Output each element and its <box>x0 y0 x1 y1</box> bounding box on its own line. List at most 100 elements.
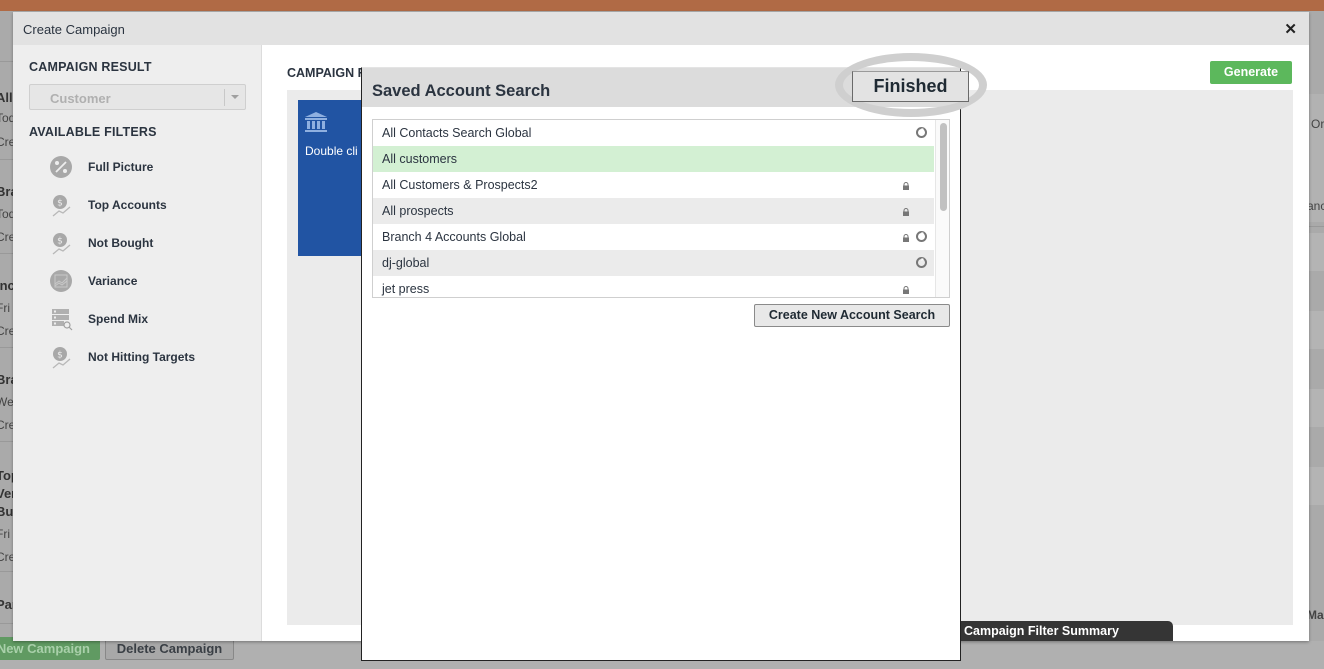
bg-left-text: All p <box>0 90 14 105</box>
bg-right-text: Map <box>1309 608 1324 622</box>
campaign-result-label: CAMPAIGN RESULT <box>29 60 152 74</box>
filters-panel: CAMPAIGN RESULT Customer AVAILABLE FILTE… <box>13 45 262 641</box>
bg-left-text: Top <box>0 468 14 483</box>
bg-left-text: Creat <box>0 550 14 564</box>
saved-search-list: All Contacts Search Global All customers A… <box>372 119 950 298</box>
bg-left-text: Bran <box>0 372 14 387</box>
app-top-bar <box>0 0 1324 11</box>
list-search-icon <box>52 309 73 331</box>
filter-variance[interactable]: Variance <box>49 269 249 295</box>
dialog-title: Saved Account Search <box>372 82 551 100</box>
dollar-trend-icon: $ <box>52 195 71 217</box>
dollar-trend-icon: $ <box>52 233 71 255</box>
bg-left-text: Very <box>0 486 14 501</box>
bg-left-text: Part <box>0 597 14 612</box>
filter-label: Top Accounts <box>88 198 167 212</box>
modal-header: Create Campaign ✕ <box>13 12 1309 45</box>
background-campaign-list: All p Today Creat Bran Today Creat Inc Fri J Cre… <box>0 11 14 641</box>
filter-not-bought[interactable]: $ Not Bought <box>49 231 249 257</box>
bg-left-text: Today <box>0 111 14 125</box>
global-icon <box>916 257 927 268</box>
filter-not-hitting-targets[interactable]: $ Not Hitting Targets <box>49 345 249 371</box>
bg-left-text: Fri J <box>0 301 14 315</box>
close-icon[interactable]: ✕ <box>1284 20 1297 38</box>
bg-left-text: Today <box>0 207 14 221</box>
area-chart-circle-icon <box>50 270 72 292</box>
search-name: All Contacts Search Global <box>382 126 532 140</box>
lock-icon <box>903 234 909 242</box>
svg-text:$: $ <box>57 351 63 361</box>
dialog-header: Saved Account Search Finished <box>362 53 987 117</box>
bg-left-text: Bran <box>0 184 14 199</box>
svg-text:$: $ <box>57 237 63 247</box>
bg-divider <box>0 61 14 62</box>
bg-divider <box>0 441 14 442</box>
bg-divider <box>0 571 14 572</box>
bank-icon <box>305 112 327 132</box>
bg-stripe <box>1309 233 1324 271</box>
svg-text:$: $ <box>57 199 63 209</box>
bg-left-text: Fri C <box>0 527 14 541</box>
bg-left-text: Creat <box>0 230 14 244</box>
campaign-filter-summary-tab[interactable]: Campaign Filter Summary <box>947 621 1173 641</box>
list-item[interactable]: All Customers & Prospects2 <box>373 172 934 198</box>
filter-label: Spend Mix <box>88 312 149 326</box>
bg-right-text: anc <box>1309 199 1324 213</box>
background-right-panel: Or anc Map <box>1309 11 1324 641</box>
percent-circle-icon <box>50 156 72 178</box>
lock-icon <box>903 208 909 216</box>
filter-spend-mix[interactable]: Spend Mix <box>49 307 249 333</box>
bg-divider <box>1309 226 1324 227</box>
search-name: Branch 4 Accounts Global <box>382 230 526 244</box>
available-filters-label: AVAILABLE FILTERS <box>29 125 157 139</box>
list-item[interactable]: dj-global <box>373 250 934 276</box>
campaign-result-value: Customer <box>50 91 111 106</box>
filter-label: Not Hitting Targets <box>88 350 196 364</box>
saved-account-search-dialog: Saved Account Search Finished All Contac… <box>361 53 987 661</box>
search-name: All prospects <box>382 204 454 218</box>
dollar-trend-icon: $ <box>52 347 71 369</box>
filter-label: Full Picture <box>88 160 154 174</box>
search-name: jet press <box>382 282 430 296</box>
list-scrollbar[interactable] <box>935 120 949 297</box>
scrollbar-thumb[interactable] <box>940 123 947 211</box>
bg-stripe <box>1309 467 1324 505</box>
bg-left-text: Creat <box>0 324 14 338</box>
global-icon <box>916 127 927 138</box>
bg-stripe <box>1309 389 1324 427</box>
bg-divider <box>0 253 14 254</box>
chevron-down-icon <box>231 95 239 99</box>
bg-divider <box>0 159 14 160</box>
select-separator <box>224 89 225 106</box>
filter-full-picture[interactable]: Full Picture <box>49 155 249 181</box>
filter-label: Variance <box>88 274 138 288</box>
bg-right-text: Or <box>1311 117 1324 131</box>
campaign-result-select[interactable]: Customer <box>29 84 246 110</box>
search-name: dj-global <box>382 256 430 270</box>
bg-divider <box>0 347 14 348</box>
list-item[interactable]: jet press <box>373 276 934 297</box>
finished-button[interactable]: Finished <box>852 71 969 102</box>
bg-left-text: Buyo <box>0 504 14 519</box>
lock-icon <box>903 286 909 294</box>
bg-left-text: Creat <box>0 135 14 149</box>
card-text: Double cli <box>305 144 358 158</box>
modal-title: Create Campaign <box>23 22 125 37</box>
bg-stripe <box>1309 311 1324 349</box>
filter-label: Not Bought <box>88 236 154 250</box>
list-item[interactable]: All prospects <box>373 198 934 224</box>
campaign-filters-label: CAMPAIGN F <box>287 66 366 80</box>
search-name: All Customers & Prospects2 <box>382 178 538 192</box>
generate-button[interactable]: Generate <box>1210 61 1292 84</box>
search-name: All customers <box>382 152 458 166</box>
list-item[interactable]: Branch 4 Accounts Global <box>373 224 934 250</box>
bg-left-text: Wed <box>0 395 14 409</box>
list-item[interactable]: All customers <box>373 146 934 172</box>
create-new-account-search-button[interactable]: Create New Account Search <box>754 304 950 327</box>
global-icon <box>916 231 927 242</box>
list-item[interactable]: All Contacts Search Global <box>373 120 934 146</box>
bg-divider <box>0 623 14 624</box>
bg-left-text: Creat <box>0 418 14 432</box>
lock-icon <box>903 182 909 190</box>
filter-top-accounts[interactable]: $ Top Accounts <box>49 193 249 219</box>
